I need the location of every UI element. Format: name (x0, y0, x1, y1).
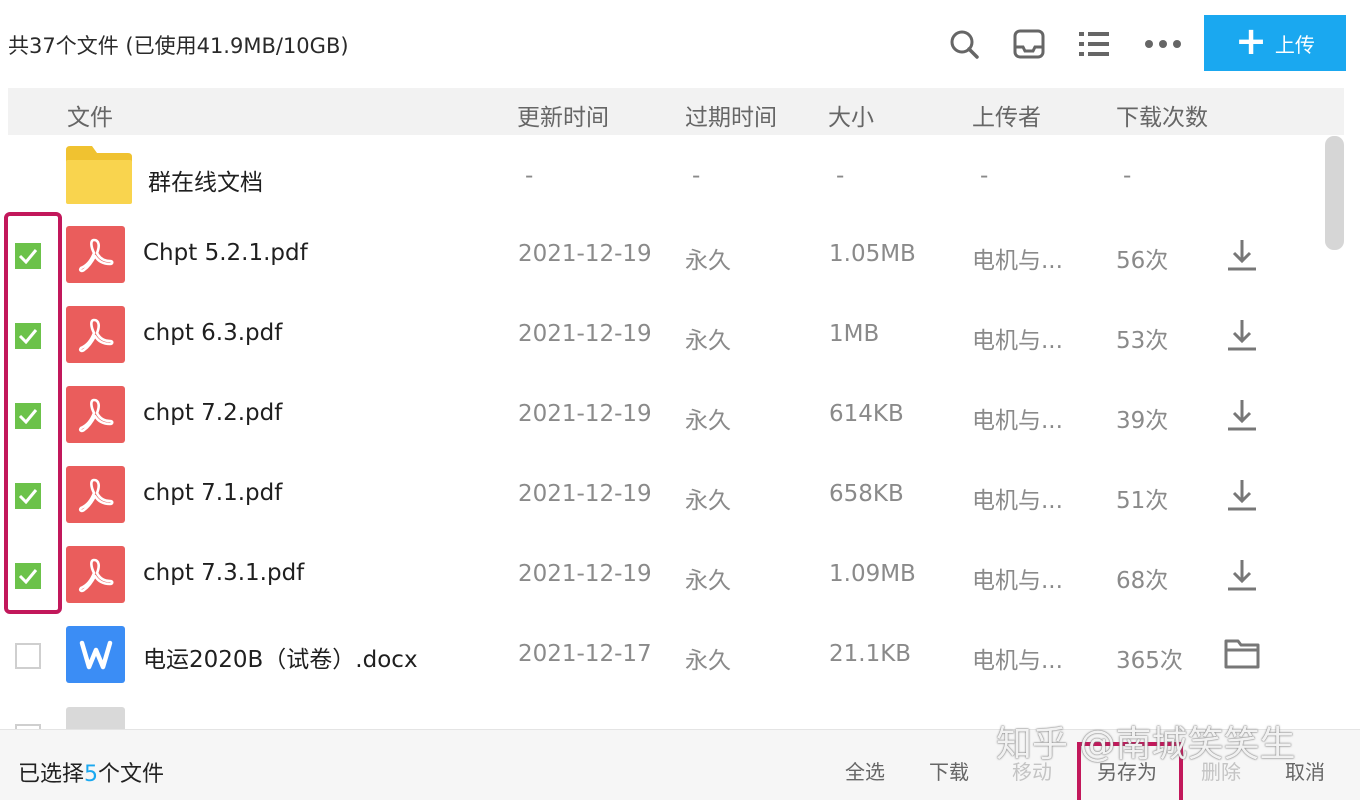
download-button[interactable]: 下载 (929, 756, 969, 785)
row-updated: 2021-12-19 (518, 401, 652, 427)
row-downloads: 51次 (1116, 488, 1169, 514)
row-downloads: 56次 (1116, 248, 1169, 274)
watermark: 知乎 @南城笑笑生 (996, 724, 1296, 765)
folder-uploader: - (980, 163, 989, 189)
row-expires: 永久 (685, 648, 731, 674)
folder-updated: - (525, 163, 534, 189)
row-size: 1.05MB (829, 241, 916, 267)
unknown-file-icon (66, 707, 125, 730)
pdf-file-icon (66, 306, 125, 363)
table-row[interactable]: 电运2020B（试卷）.docx 2021-12-17 永久 21.1KB 电机与...… (0, 615, 1320, 695)
pdf-file-icon (66, 546, 125, 603)
list-view-icon[interactable] (1074, 24, 1114, 64)
download-icon[interactable] (1224, 477, 1260, 513)
folder-downloads: - (1123, 163, 1132, 189)
row-expires: 永久 (685, 328, 731, 354)
checkbox-highlight (4, 212, 62, 614)
row-expires: 永久 (685, 568, 731, 594)
row-expires: 永久 (685, 248, 731, 274)
selection-prefix: 已选择 (18, 762, 85, 787)
row-updated: 2021-12-19 (518, 241, 652, 267)
folder-row[interactable]: 群在线文档 - - - - - (0, 137, 1320, 217)
file-name[interactable]: chpt 6.3.pdf (143, 320, 282, 346)
folder-expires: - (692, 163, 701, 189)
row-uploader: 电机与... (972, 568, 1063, 594)
row-uploader: 电机与... (972, 328, 1063, 354)
row-uploader: 电机与... (972, 488, 1063, 514)
download-icon[interactable] (1224, 397, 1260, 433)
row-expires: 永久 (685, 488, 731, 514)
table-row[interactable]: chpt 6.3.pdf 2021-12-19 永久 1MB 电机与... 53次 (0, 295, 1320, 375)
pdf-file-icon (66, 386, 125, 443)
header-updated[interactable]: 更新时间 (517, 98, 609, 132)
scrollbar-thumb[interactable] (1325, 136, 1344, 250)
file-manager: 共37个文件 (已使用41.9MB/10GB) + 上传 文件 更新时间 过期时… (0, 0, 1360, 800)
download-icon[interactable] (1224, 317, 1260, 353)
inbox-icon[interactable] (1009, 24, 1049, 64)
row-size: 1.09MB (829, 561, 916, 587)
upload-label: 上传 (1274, 32, 1315, 57)
upload-button[interactable]: + 上传 (1204, 15, 1346, 71)
header-uploader[interactable]: 上传者 (972, 98, 1041, 132)
word-file-icon (66, 626, 125, 683)
file-name[interactable]: 电运2020B（试卷）.docx (143, 640, 418, 674)
row-updated: 2021-12-19 (518, 481, 652, 507)
selection-count: 已选择5个文件 (18, 756, 164, 788)
header-downloads[interactable]: 下载次数 (1116, 98, 1208, 132)
header-file[interactable]: 文件 (67, 98, 113, 132)
row-uploader: 电机与... (972, 408, 1063, 434)
storage-summary: 共37个文件 (已使用41.9MB/10GB) (8, 34, 349, 58)
folder-name: 群在线文档 (148, 170, 263, 196)
table-row[interactable]: chpt 7.1.pdf 2021-12-19 永久 658KB 电机与... 51次 (0, 455, 1320, 535)
selection-number: 5 (84, 762, 99, 787)
row-size: 1MB (829, 321, 880, 347)
folder-size: - (836, 163, 845, 189)
row-updated: 2021-12-17 (518, 641, 652, 667)
folder-icon (66, 146, 132, 204)
more-icon[interactable] (1143, 24, 1183, 64)
download-icon[interactable] (1224, 237, 1260, 273)
row-downloads: 68次 (1116, 568, 1169, 594)
file-name[interactable]: chpt 7.1.pdf (143, 480, 282, 506)
row-uploader: 电机与... (972, 648, 1063, 674)
row-expires: 永久 (685, 408, 731, 434)
table-header: 文件 更新时间 过期时间 大小 上传者 下载次数 (8, 88, 1344, 135)
row-downloads: 39次 (1116, 408, 1169, 434)
row-size: 658KB (829, 481, 904, 507)
row-updated: 2021-12-19 (518, 321, 652, 347)
row-checkbox[interactable] (15, 643, 41, 669)
file-name[interactable]: Chpt 5.2.1.pdf (143, 240, 308, 266)
plus-icon: + (1235, 19, 1267, 63)
file-name[interactable]: chpt 7.3.1.pdf (143, 560, 304, 586)
header-size[interactable]: 大小 (828, 98, 874, 132)
top-bar: 共37个文件 (已使用41.9MB/10GB) + 上传 (0, 0, 1360, 88)
header-expires[interactable]: 过期时间 (685, 98, 777, 132)
pdf-file-icon (66, 466, 125, 523)
row-downloads: 53次 (1116, 328, 1169, 354)
table-row[interactable]: chpt 7.3.1.pdf 2021-12-19 永久 1.09MB 电机与... 68… (0, 535, 1320, 615)
search-icon[interactable] (944, 24, 984, 64)
row-uploader: 电机与... (972, 248, 1063, 274)
table-row[interactable]: chpt 7.2.pdf 2021-12-19 永久 614KB 电机与... 39次 (0, 375, 1320, 455)
open-folder-icon[interactable] (1224, 637, 1260, 673)
row-downloads: 365次 (1116, 648, 1183, 674)
pdf-file-icon (66, 226, 125, 283)
download-icon[interactable] (1224, 557, 1260, 593)
select-all-button[interactable]: 全选 (845, 756, 885, 785)
table-row[interactable]: Chpt 5.2.1.pdf 2021-12-19 永久 1.05MB 电机与... 56… (0, 215, 1320, 295)
row-updated: 2021-12-19 (518, 561, 652, 587)
row-size: 21.1KB (829, 641, 912, 667)
selection-suffix: 个文件 (98, 762, 165, 787)
file-name[interactable]: chpt 7.2.pdf (143, 400, 282, 426)
row-size: 614KB (829, 401, 904, 427)
